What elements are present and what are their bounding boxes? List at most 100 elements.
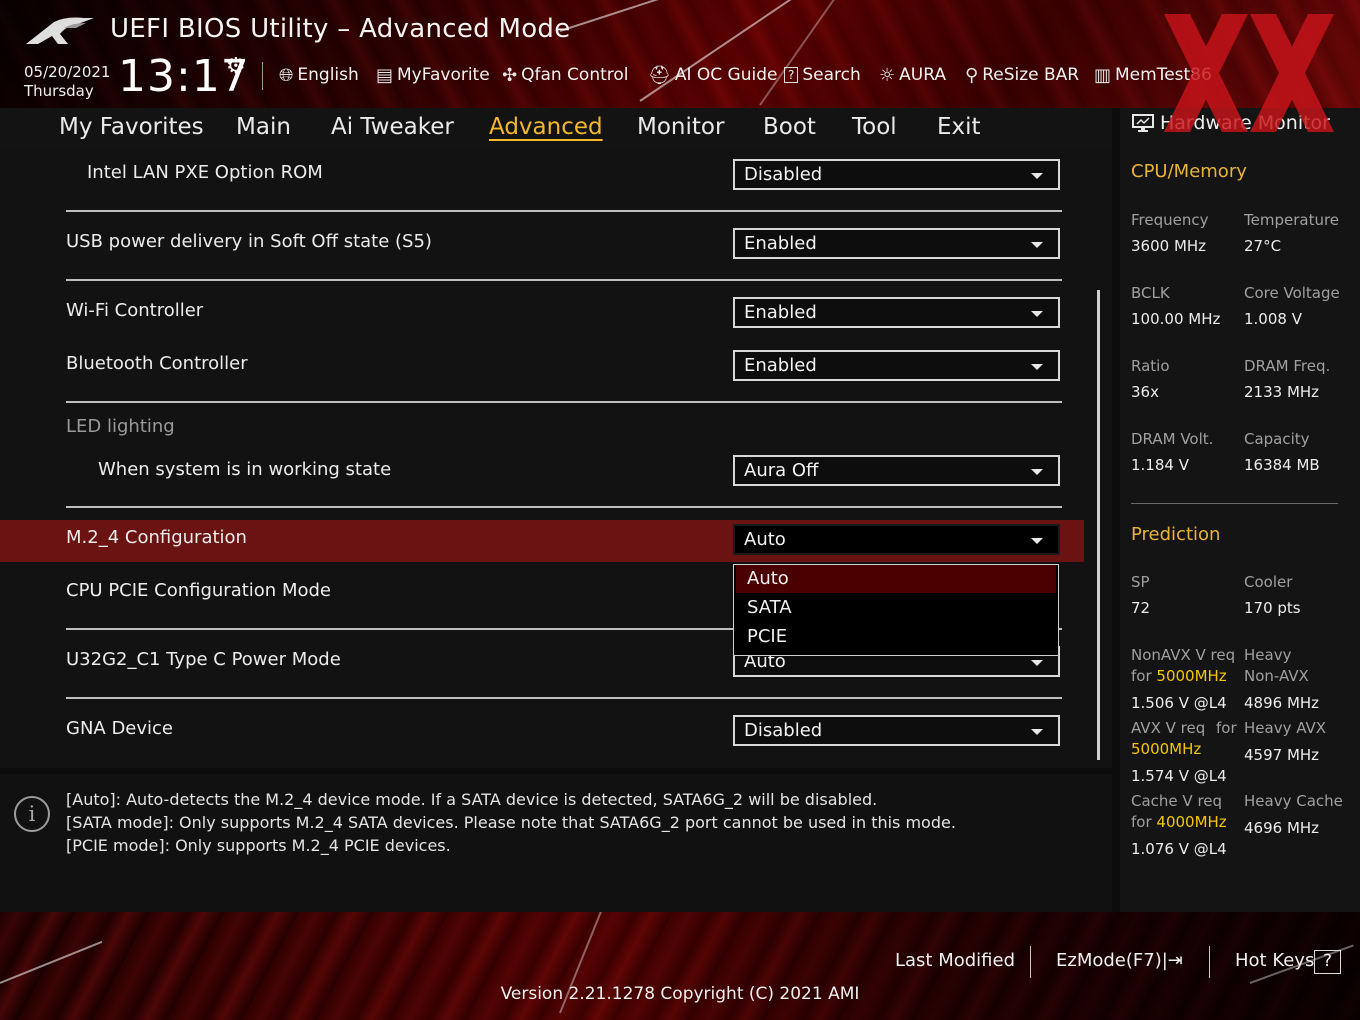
- capacity-value: 16384 MB: [1244, 456, 1320, 474]
- dram-volt-label: DRAM Volt.: [1131, 430, 1214, 448]
- chevron-down-icon: [1031, 311, 1043, 317]
- wifi-controller-dropdown[interactable]: Enabled: [733, 297, 1060, 328]
- help-line-auto: [Auto]: Auto-detects the M.2_4 device mo…: [66, 790, 878, 809]
- language-label: English: [297, 65, 359, 85]
- option-sata[interactable]: SATA: [736, 594, 1056, 622]
- ai-oc-guide-button[interactable]: ⛑ AI OC Guide: [648, 62, 777, 88]
- capacity-label: Capacity: [1244, 430, 1310, 448]
- watermark-logo: [1164, 14, 1334, 132]
- nonavx-req-freq: 5000MHz: [1156, 667, 1227, 685]
- cache-req-value: 1.076 V @L4: [1131, 840, 1227, 858]
- avx-req-freq-wrap: 5000MHz: [1131, 740, 1201, 759]
- settings-scrollbar[interactable]: [1097, 290, 1100, 760]
- cache-req-freq: 4000MHz: [1156, 813, 1227, 831]
- m2-4-configuration-dropdown[interactable]: Auto: [733, 524, 1060, 555]
- core-voltage-value: 1.008 V: [1244, 310, 1302, 328]
- tab-main[interactable]: Main: [236, 110, 291, 144]
- gna-device-value: Disabled: [744, 720, 823, 741]
- tab-monitor[interactable]: Monitor: [637, 110, 724, 144]
- heavy-nonavx-label2: Non-AVX: [1244, 667, 1309, 685]
- prediction-heading: Prediction: [1131, 524, 1221, 545]
- dram-freq-label: DRAM Freq.: [1244, 357, 1331, 375]
- tab-my-favorites[interactable]: My Favorites: [59, 110, 204, 144]
- chevron-down-icon: [1031, 364, 1043, 370]
- gna-device-label: GNA Device: [66, 718, 174, 739]
- aura-button[interactable]: ☼ AURA: [879, 62, 946, 88]
- option-auto[interactable]: Auto: [736, 565, 1056, 593]
- wifi-controller-label: Wi-Fi Controller: [66, 300, 204, 321]
- cache-req-for: for 4000MHz: [1131, 813, 1227, 832]
- help-question-icon[interactable]: ?: [1314, 950, 1341, 974]
- tab-advanced[interactable]: Advanced: [489, 110, 603, 144]
- cache-req-label: Cache V req: [1131, 792, 1223, 810]
- dram-volt-value: 1.184 V: [1131, 456, 1189, 474]
- ai-oc-guide-label: AI OC Guide: [674, 65, 778, 85]
- fan-icon: ✣: [502, 64, 518, 86]
- resize-bar-icon: ⚲: [965, 64, 979, 86]
- heavy-avx-label: Heavy AVX: [1244, 719, 1327, 737]
- avx-req-freq: 5000MHz: [1131, 740, 1202, 758]
- row-divider: [66, 210, 1062, 212]
- chevron-down-icon: [1031, 469, 1043, 475]
- tab-exit[interactable]: Exit: [937, 110, 981, 144]
- usb-power-s5-dropdown[interactable]: Enabled: [733, 228, 1060, 259]
- m2-4-options-list: Auto SATA PCIE: [733, 564, 1059, 656]
- language-button[interactable]: 🌐︎ English: [279, 62, 359, 88]
- hw-monitor-divider: [1131, 503, 1338, 504]
- chevron-down-icon: [1031, 538, 1043, 544]
- heavy-cache-value: 4696 MHz: [1244, 819, 1320, 837]
- led-working-state-label: When system is in working state: [98, 459, 392, 480]
- usb-power-s5-value: Enabled: [744, 233, 817, 254]
- bluetooth-controller-label: Bluetooth Controller: [66, 353, 248, 374]
- bluetooth-controller-dropdown[interactable]: Enabled: [733, 350, 1060, 381]
- chevron-down-icon: [1031, 173, 1043, 179]
- cpu-memory-heading: CPU/Memory: [1131, 161, 1247, 182]
- m2-4-configuration-value: Auto: [744, 529, 786, 550]
- cpu-pcie-mode-label: CPU PCIE Configuration Mode: [66, 580, 331, 601]
- exit-arrow-icon: ⇥: [1167, 950, 1183, 971]
- nonavx-req-for-text: for: [1131, 667, 1157, 685]
- tab-tool[interactable]: Tool: [852, 110, 897, 144]
- tab-ai-tweaker[interactable]: Ai Tweaker: [331, 110, 454, 144]
- chevron-down-icon: [1031, 242, 1043, 248]
- aura-label: AURA: [899, 65, 946, 85]
- avx-req-for: for: [1216, 719, 1237, 737]
- led-lighting-heading: LED lighting: [66, 416, 175, 437]
- sp-label: SP: [1131, 573, 1150, 591]
- search-button[interactable]: ? Search: [784, 62, 861, 88]
- wifi-controller-value: Enabled: [744, 302, 817, 323]
- heavy-cache-label: Heavy Cache: [1244, 792, 1343, 810]
- ezmode-button[interactable]: EzMode(F7)|⇥: [1056, 948, 1183, 974]
- heavy-nonavx-label1: Heavy: [1244, 646, 1292, 664]
- frequency-label: Frequency: [1131, 211, 1209, 229]
- help-line-sata: [SATA mode]: Only supports M.2_4 SATA de…: [66, 813, 956, 832]
- search-label: Search: [802, 65, 861, 85]
- option-pcie[interactable]: PCIE: [736, 623, 1056, 651]
- resize-bar-button[interactable]: ⚲ ReSize BAR: [965, 62, 1079, 88]
- bluetooth-controller-value: Enabled: [744, 355, 817, 376]
- date-text: 05/20/2021: [24, 63, 111, 81]
- settings-gear-icon[interactable]: ⚙: [226, 54, 246, 79]
- intel-lan-pxe-dropdown[interactable]: Disabled: [733, 159, 1060, 190]
- heavy-nonavx-value: 4896 MHz: [1244, 694, 1320, 712]
- myfavorite-button[interactable]: ▤ MyFavorite: [376, 62, 490, 88]
- ratio-label: Ratio: [1131, 357, 1170, 375]
- qfan-control-button[interactable]: ✣ Qfan Control: [502, 62, 629, 88]
- tab-boot[interactable]: Boot: [763, 110, 816, 144]
- intel-lan-pxe-value: Disabled: [744, 164, 823, 185]
- footer-divider: [1209, 946, 1210, 978]
- qfan-control-label: Qfan Control: [521, 65, 629, 85]
- intel-lan-pxe-label: Intel LAN PXE Option ROM: [87, 162, 323, 183]
- gna-device-dropdown[interactable]: Disabled: [733, 715, 1060, 746]
- dram-freq-value: 2133 MHz: [1244, 383, 1320, 401]
- hot-keys-button[interactable]: Hot Keys: [1235, 948, 1314, 974]
- temperature-label: Temperature: [1244, 211, 1340, 229]
- row-divider: [66, 506, 1062, 508]
- globe-icon: 🌐︎: [279, 64, 294, 86]
- nonavx-req-label: NonAVX V req: [1131, 646, 1236, 664]
- last-modified-button[interactable]: Last Modified: [895, 948, 1015, 974]
- nonavx-req-for: for 5000MHz: [1131, 667, 1227, 686]
- led-working-state-dropdown[interactable]: Aura Off: [733, 455, 1060, 486]
- row-divider: [66, 279, 1062, 281]
- avx-req-value: 1.574 V @L4: [1131, 767, 1227, 785]
